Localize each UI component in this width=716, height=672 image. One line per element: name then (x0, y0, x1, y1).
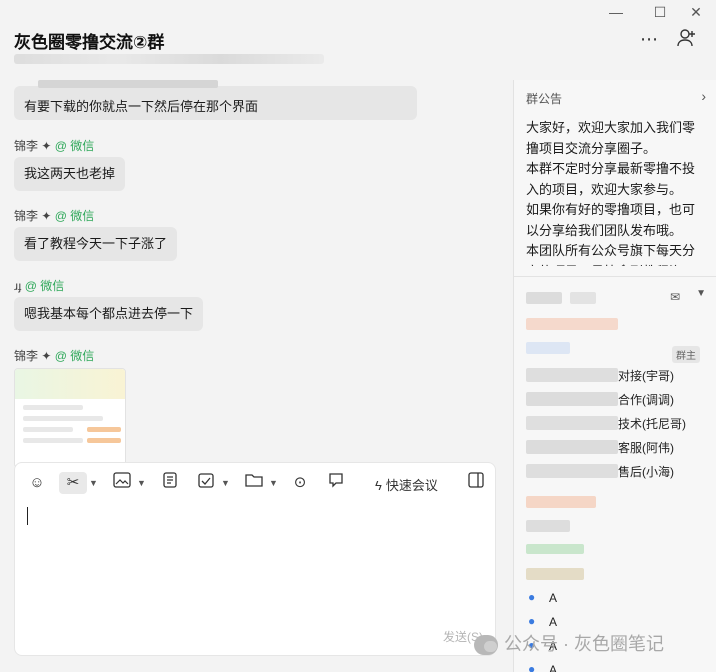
quoted-text-redacted (38, 80, 218, 88)
message-icon[interactable]: ✉ (670, 290, 680, 304)
editor-toolbar: ☺ ✂ ▼ ▼ ▼ ▼ ⊙ ϟ 快速会议 (15, 463, 495, 503)
sender-emoji-icon: ✦ (41, 349, 52, 363)
close-icon[interactable]: ✕ (686, 3, 706, 21)
sender-name: 锦李 (14, 209, 39, 223)
message-sender[interactable]: ɹɟ @ 微信 (14, 277, 64, 294)
member-name[interactable]: A (549, 591, 557, 605)
sender-emoji-icon: ✦ (41, 209, 52, 223)
chevron-down-icon[interactable]: ▼ (221, 478, 230, 488)
member-role[interactable]: 客服(阿伟) (618, 439, 674, 456)
lightning-icon: ϟ (375, 478, 382, 493)
member-count-redacted (570, 292, 596, 304)
schedule-icon[interactable] (195, 472, 217, 494)
chevron-down-icon[interactable]: ▼ (89, 478, 98, 488)
group-notice-title[interactable]: 群公告 (526, 90, 562, 107)
watermark: 公众号 · 灰色圈笔记 (474, 630, 664, 656)
sender-emoji-icon: ✦ (41, 139, 52, 153)
message-text: 我这两天也老掉 (24, 166, 116, 181)
sender-name: 锦李 (14, 349, 39, 363)
member-role[interactable]: 对接(宇哥) (618, 367, 674, 384)
message-sender[interactable]: 锦李 ✦ @ 微信 (14, 347, 94, 364)
message-bubble[interactable]: 有要下载的你就点一下然后停在那个界面 (14, 80, 417, 120)
member-avatar-redacted (526, 392, 618, 406)
member-role[interactable]: 售后(小海) (618, 463, 674, 480)
owner-badge: 群主 (672, 346, 700, 363)
member-redacted (526, 520, 570, 532)
sender-name: 锦李 (14, 139, 39, 153)
group-info-panel: 群公告 › 大家好，欢迎大家加入我们零撸项目交流分享圈子。 本群不定时分享最新零撸… (513, 80, 716, 672)
quick-meeting-button[interactable]: ϟ 快速会议 (375, 475, 438, 494)
member-name[interactable]: A (549, 615, 557, 629)
watermark-text: 公众号 · 灰色圈笔记 (504, 634, 664, 654)
member-redacted (526, 568, 584, 580)
folder-icon[interactable] (243, 472, 265, 494)
message-text: 看了教程今天一下子涨了 (24, 236, 168, 251)
message-editor[interactable]: ☺ ✂ ▼ ▼ ▼ ▼ ⊙ ϟ 快速会议 发送(S) (14, 462, 496, 656)
more-icon[interactable]: ⋯ (638, 28, 660, 50)
message-sender[interactable]: 锦李 ✦ @ 微信 (14, 207, 94, 224)
member-redacted (526, 496, 596, 508)
member-redacted (526, 544, 584, 554)
person-icon: ● (528, 590, 536, 604)
sender-tag: @ 微信 (54, 209, 95, 223)
member-role[interactable]: 合作(调调) (618, 391, 674, 408)
minimize-icon[interactable]: — (606, 3, 626, 21)
person-icon: ● (528, 614, 536, 628)
divider (514, 276, 716, 277)
member-count-redacted (526, 292, 562, 304)
group-subtitle-redacted (14, 54, 324, 64)
add-member-icon[interactable] (676, 28, 698, 50)
message-text: 嗯我基本每个都点进去停一下 (24, 306, 194, 321)
member-avatar-redacted (526, 464, 618, 478)
wechat-icon (474, 635, 498, 656)
message-bubble[interactable]: 看了教程今天一下子涨了 (14, 227, 178, 261)
member-avatar-redacted (526, 368, 618, 382)
member-avatar-redacted (526, 440, 618, 454)
comment-icon[interactable] (325, 472, 347, 494)
person-icon: ● (528, 662, 536, 672)
more-options-icon[interactable]: ⊙ (289, 472, 311, 494)
sender-tag: @ 微信 (24, 279, 65, 293)
chat-header: 灰色圈零撸交流②群 — ☐ ✕ ⋯ (0, 0, 716, 80)
member-name[interactable]: A (549, 663, 557, 672)
maximize-icon[interactable]: ☐ (650, 3, 670, 21)
chevron-down-icon[interactable]: ▼ (269, 478, 278, 488)
chevron-right-icon[interactable]: › (701, 88, 706, 104)
member-redacted (526, 318, 618, 330)
member-redacted (526, 342, 570, 354)
quick-meeting-label: 快速会议 (385, 478, 438, 493)
document-icon[interactable] (159, 472, 181, 494)
group-notice-body: 大家好，欢迎大家加入我们零撸项目交流分享圈子。 本群不定时分享最新零撸不投入的项目… (526, 120, 696, 266)
sender-name: ɹɟ (14, 279, 22, 293)
emoji-icon[interactable]: ☺ (26, 472, 48, 494)
group-title: 灰色圈零撸交流②群 (14, 33, 165, 52)
chevron-down-icon[interactable]: ▼ (696, 288, 706, 299)
member-avatar-redacted (526, 416, 618, 430)
image-icon[interactable] (111, 472, 133, 494)
sender-tag: @ 微信 (54, 349, 95, 363)
sidebar-toggle-icon[interactable] (465, 472, 487, 494)
message-sender[interactable]: 锦李 ✦ @ 微信 (14, 137, 94, 154)
scissors-icon[interactable]: ✂ (59, 472, 87, 494)
text-cursor (27, 507, 28, 525)
message-bubble[interactable]: 嗯我基本每个都点进去停一下 (14, 297, 204, 331)
message-bubble[interactable]: 我这两天也老掉 (14, 157, 126, 191)
member-role[interactable]: 技术(托尼哥) (618, 415, 686, 432)
image-message-thumbnail[interactable] (14, 368, 126, 468)
chevron-down-icon[interactable]: ▼ (137, 478, 146, 488)
sender-tag: @ 微信 (54, 139, 95, 153)
message-text: 有要下载的你就点一下然后停在那个界面 (24, 99, 259, 114)
